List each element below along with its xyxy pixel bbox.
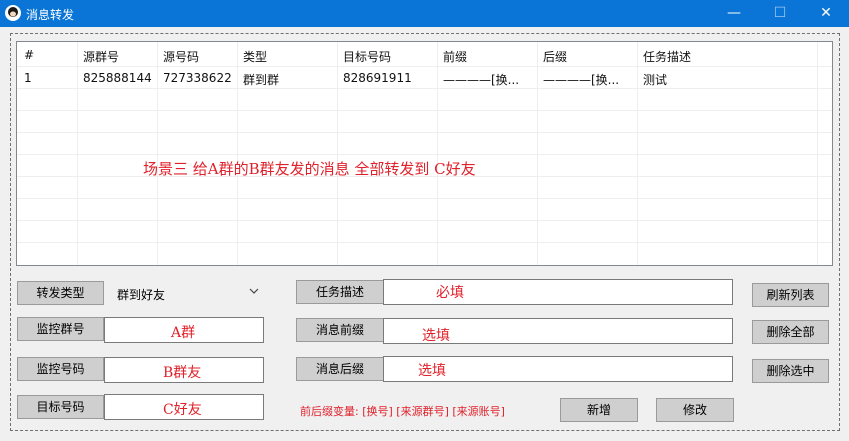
chevron-down-icon: [249, 288, 259, 294]
forward-type-value: 群到好友: [117, 288, 166, 302]
add-button[interactable]: 新增: [560, 398, 638, 422]
row-divider: [17, 154, 832, 155]
delete-all-button[interactable]: 删除全部: [752, 320, 829, 344]
monitor-group-label: 监控群号: [17, 317, 104, 341]
close-button[interactable]: ✕: [803, 0, 849, 27]
task-desc-input[interactable]: 必填: [383, 279, 733, 305]
scenario-annotation: 场景三 给A群的B群友发的消息 全部转发到 C好友: [143, 160, 476, 178]
edit-button[interactable]: 修改: [656, 398, 734, 422]
prefix-label: 消息前缀: [296, 318, 384, 342]
title-bar: 消息转发 — ☐ ✕: [0, 0, 849, 27]
table-cell-target-number[interactable]: 828691911: [343, 71, 412, 85]
row-divider: [17, 242, 832, 243]
monitor-group-input[interactable]: A群: [104, 317, 264, 343]
column-header-prefix[interactable]: 前缀: [443, 48, 467, 65]
prefix-suffix-variables-hint: 前后缀变量: [换号] [来源群号] [来源账号]: [300, 405, 505, 418]
monitor-number-input[interactable]: B群友: [104, 357, 264, 383]
row-divider: [17, 198, 832, 199]
column-header-source-group[interactable]: 源群号: [83, 48, 119, 65]
task-desc-label: 任务描述: [296, 280, 384, 304]
minimize-button[interactable]: —: [711, 0, 757, 27]
table-cell-source-group[interactable]: 825888144: [83, 71, 152, 85]
window-title: 消息转发: [26, 8, 75, 22]
row-divider: [17, 220, 832, 221]
maximize-button[interactable]: ☐: [757, 0, 803, 27]
refresh-list-button[interactable]: 刷新列表: [752, 283, 829, 307]
table-cell-task-desc[interactable]: 测试: [643, 71, 667, 88]
row-divider: [17, 110, 832, 111]
row-divider: [17, 132, 832, 133]
table-cell-prefix[interactable]: ————[换...: [443, 71, 519, 88]
target-number-value: C好友: [163, 402, 202, 418]
row-divider: [17, 88, 832, 89]
task-desc-value: 必填: [436, 285, 464, 301]
table-cell-source-number[interactable]: 727338622: [163, 71, 232, 85]
target-number-label: 目标号码: [17, 395, 104, 419]
column-header-source-number[interactable]: 源号码: [163, 48, 199, 65]
task-list-table[interactable]: # 源群号 源号码 类型 目标号码 前缀 后缀 任务描述 1 825888144…: [16, 41, 833, 266]
target-number-input[interactable]: C好友: [104, 394, 264, 420]
table-cell-suffix[interactable]: ————[换...: [543, 71, 619, 88]
monitor-number-value: B群友: [163, 365, 202, 381]
column-header-index[interactable]: #: [24, 48, 34, 62]
forward-type-label: 转发类型: [17, 281, 104, 305]
column-header-target-number[interactable]: 目标号码: [343, 48, 391, 65]
column-header-type[interactable]: 类型: [243, 48, 267, 65]
suffix-input[interactable]: 选填: [383, 356, 733, 382]
forward-type-select[interactable]: 群到好友: [112, 281, 264, 305]
monitor-number-label: 监控号码: [17, 357, 104, 381]
suffix-label: 消息后缀: [296, 357, 384, 381]
column-header-task-desc[interactable]: 任务描述: [643, 48, 691, 65]
app-avatar-icon: [5, 5, 21, 21]
row-divider: [17, 66, 832, 67]
prefix-value: 选填: [422, 328, 450, 344]
prefix-input[interactable]: 选填: [383, 318, 733, 344]
table-cell-type[interactable]: 群到群: [243, 71, 279, 88]
monitor-group-value: A群: [171, 325, 196, 341]
column-header-suffix[interactable]: 后缀: [543, 48, 567, 65]
table-cell-index[interactable]: 1: [24, 71, 32, 85]
suffix-value: 选填: [418, 363, 446, 379]
delete-selected-button[interactable]: 删除选中: [752, 359, 829, 383]
